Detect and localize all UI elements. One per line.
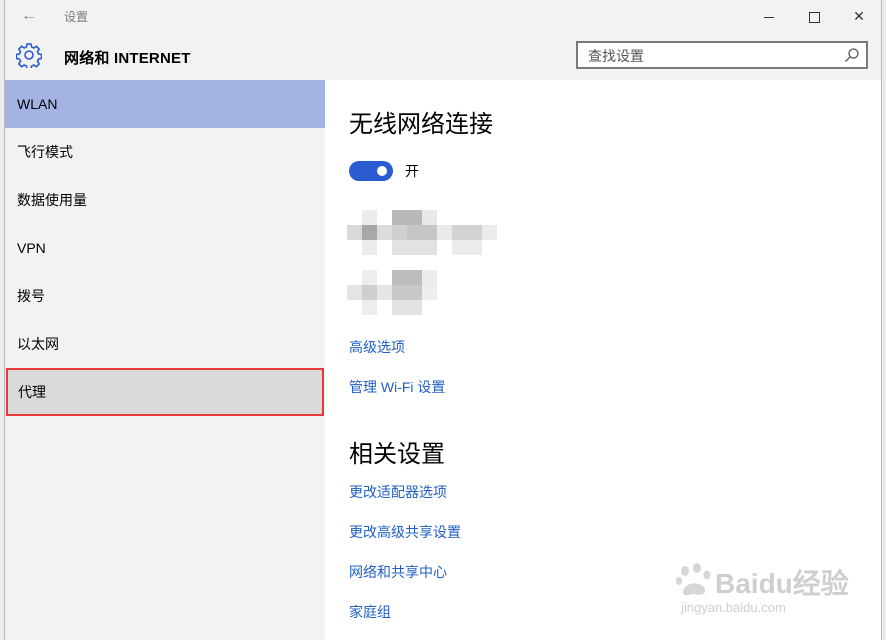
back-arrow-icon[interactable]: ← xyxy=(17,6,41,26)
page-header: 网络和 INTERNET xyxy=(5,32,881,80)
manage-wifi-settings-link[interactable]: 管理 Wi-Fi 设置 xyxy=(349,377,445,397)
settings-window: ← 设置 ✕ 网络和 INTERNET WLAN 飞行模式 数据使用量 xyxy=(4,0,882,640)
wifi-toggle[interactable] xyxy=(349,161,393,181)
maximize-icon xyxy=(808,11,820,23)
network-list-item-obscured-2[interactable] xyxy=(347,270,447,316)
close-button[interactable]: ✕ xyxy=(843,4,875,28)
network-list-item-obscured[interactable] xyxy=(347,210,497,256)
window-title: 设置 xyxy=(64,10,89,24)
network-sharing-center-link[interactable]: 网络和共享中心 xyxy=(349,562,447,582)
minimize-button[interactable] xyxy=(753,4,785,28)
toggle-state-label: 开 xyxy=(405,163,419,179)
toggle-knob xyxy=(377,166,387,176)
title-bar: ← 设置 ✕ xyxy=(5,0,881,32)
related-settings-title: 相关设置 xyxy=(349,441,445,468)
advanced-options-link[interactable]: 高级选项 xyxy=(349,337,405,357)
change-advanced-sharing-link[interactable]: 更改高级共享设置 xyxy=(349,522,461,542)
sidebar-item-airplane-mode[interactable]: 飞行模式 xyxy=(5,128,325,176)
close-icon: ✕ xyxy=(853,8,865,24)
wireless-title: 无线网络连接 xyxy=(349,111,493,138)
watermark-url: jingyan.baidu.com xyxy=(681,600,786,615)
sidebar: WLAN 飞行模式 数据使用量 VPN 拨号 以太网 代理 xyxy=(5,80,325,640)
section-title: 网络和 INTERNET xyxy=(64,50,191,67)
sidebar-item-wlan[interactable]: WLAN xyxy=(5,80,325,128)
sidebar-item-data-usage[interactable]: 数据使用量 xyxy=(5,176,325,224)
paw-icon xyxy=(675,563,711,596)
baidu-watermark: Baidu经验 jingyan.baidu.com xyxy=(675,560,875,630)
gear-icon xyxy=(16,43,42,68)
sidebar-item-dialup[interactable]: 拨号 xyxy=(5,272,325,320)
watermark-brand: Baidu经验 xyxy=(715,568,849,599)
sidebar-item-vpn[interactable]: VPN xyxy=(5,224,325,272)
sidebar-item-ethernet[interactable]: 以太网 xyxy=(5,320,325,368)
change-adapter-options-link[interactable]: 更改适配器选项 xyxy=(349,482,447,502)
sidebar-item-proxy[interactable]: 代理 xyxy=(6,368,324,416)
search-input[interactable] xyxy=(586,43,840,69)
minimize-icon xyxy=(764,16,774,18)
search-icon[interactable] xyxy=(844,47,860,63)
homegroup-link[interactable]: 家庭组 xyxy=(349,602,391,622)
maximize-button[interactable] xyxy=(798,4,830,28)
search-box[interactable] xyxy=(576,41,868,69)
main-content: 无线网络连接 开 高级选项 管理 Wi-Fi 设置 相关设置 更改适配器选项 更… xyxy=(325,80,881,640)
